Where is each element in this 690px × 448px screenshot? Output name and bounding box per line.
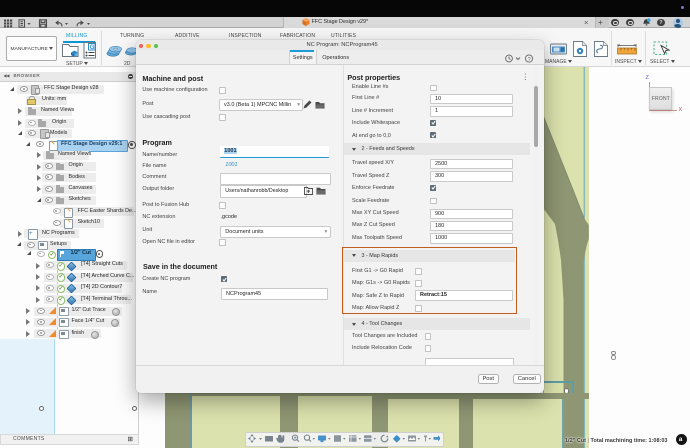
svg-text:?: ? [528, 56, 531, 62]
svg-text:G: G [90, 45, 95, 51]
